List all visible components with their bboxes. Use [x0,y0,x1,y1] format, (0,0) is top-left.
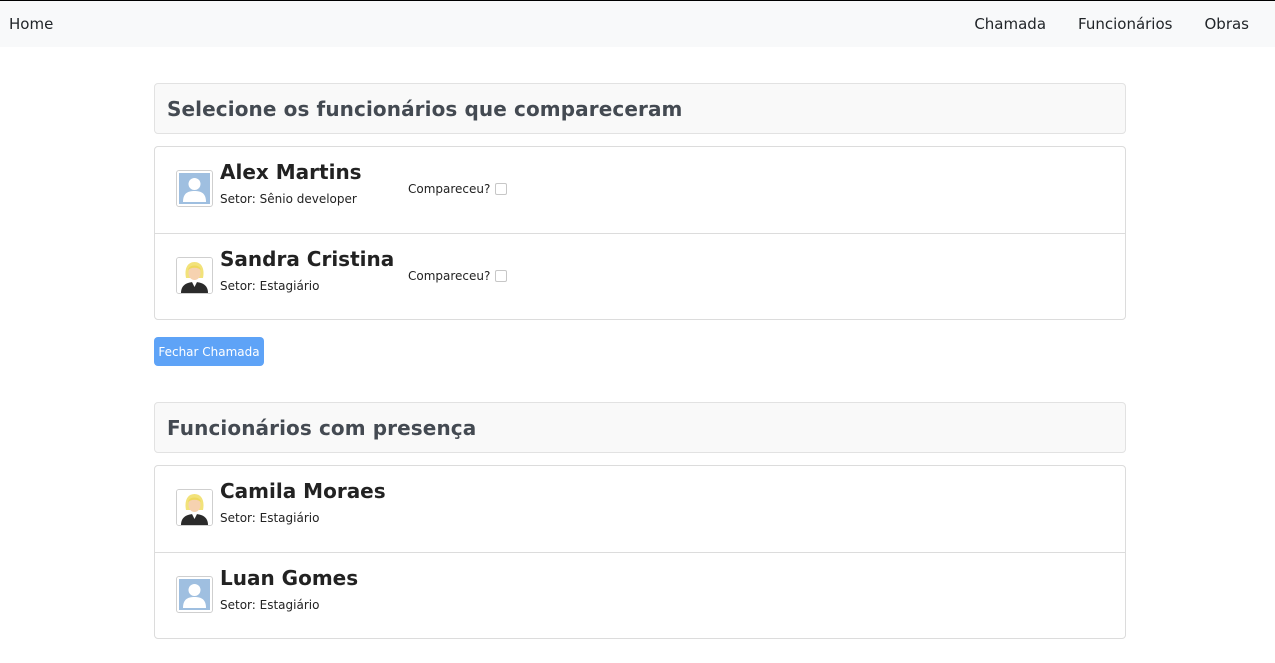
attended-label-text: Compareceu? [408,182,491,196]
attended-checkbox[interactable] [495,183,508,195]
attendance-selection-title: Selecione os funcionários que comparecer… [167,97,683,121]
list-item: Sandra Cristina Setor: Estagiário Compar… [155,233,1125,319]
list-item: Alex Martins Setor: Sênio developer Comp… [155,147,1125,233]
list-item: Luan Gomes Setor: Estagiário [155,552,1125,638]
present-employees-list: Camila Moraes Setor: Estagiário Luan Gom… [154,465,1126,639]
present-employees-header: Funcionários com presença [154,402,1126,453]
attendance-selection-header: Selecione os funcionários que comparecer… [154,83,1126,134]
attendance-selection-list: Alex Martins Setor: Sênio developer Comp… [154,146,1126,320]
attended-checkbox[interactable] [495,270,508,282]
attended-label-text: Compareceu? [408,269,491,283]
attended-checkbox-label[interactable]: Compareceu? [408,269,508,283]
list-item: Camila Moraes Setor: Estagiário [155,466,1125,552]
male-avatar-icon [176,576,213,613]
employee-sector: Setor: Sênio developer [220,192,357,206]
attended-checkbox-label[interactable]: Compareceu? [408,182,508,196]
nav-link-funcionarios[interactable]: Funcionários [1078,15,1172,33]
female-avatar-icon [176,257,213,294]
employee-sector: Setor: Estagiário [220,511,320,525]
employee-name: Camila Moraes [220,479,386,503]
nav-link-chamada[interactable]: Chamada [974,15,1046,33]
nav-link-obras[interactable]: Obras [1204,15,1249,33]
employee-name: Luan Gomes [220,566,359,590]
close-attendance-button[interactable]: Fechar Chamada [154,337,264,366]
navbar: Home Chamada Funcionários Obras [0,0,1275,47]
female-avatar-icon [176,489,213,526]
employee-sector: Setor: Estagiário [220,279,320,293]
employee-sector: Setor: Estagiário [220,598,320,612]
male-avatar-icon [176,170,213,207]
employee-name: Sandra Cristina [220,247,395,271]
nav-links: Chamada Funcionários Obras [974,15,1249,33]
present-employees-title: Funcionários com presença [167,416,477,440]
employee-name: Alex Martins [220,160,362,184]
nav-home-link[interactable]: Home [9,15,53,33]
